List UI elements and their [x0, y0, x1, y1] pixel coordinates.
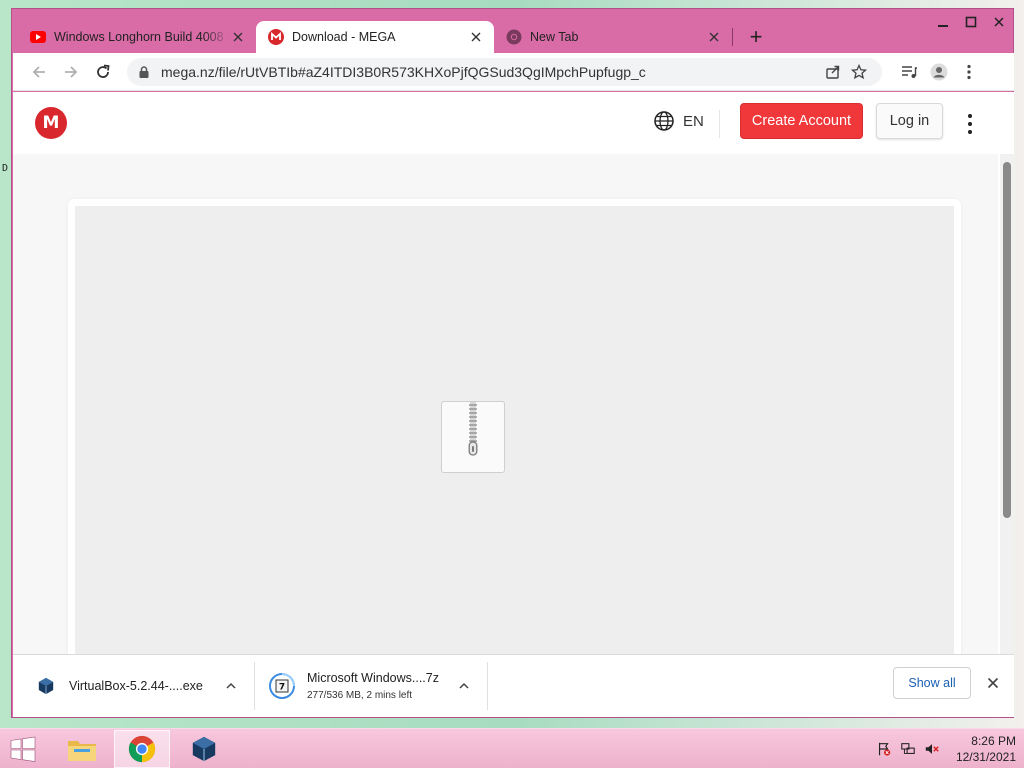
download-options-button[interactable]	[216, 671, 246, 701]
windows-logo-icon	[10, 736, 36, 762]
zip-archive-icon	[441, 401, 505, 473]
virtualbox-icon	[35, 675, 57, 697]
taskbar-virtualbox[interactable]	[176, 730, 232, 768]
archive-file-icon: 7	[269, 673, 295, 699]
language-selector[interactable]: EN	[653, 110, 704, 132]
close-icon	[709, 32, 719, 42]
maximize-icon	[965, 16, 977, 28]
arrow-left-icon	[32, 65, 45, 78]
minimize-icon	[938, 25, 948, 27]
new-tab-button[interactable]: +	[741, 22, 771, 52]
download-options-button[interactable]	[449, 671, 479, 701]
url-text[interactable]: mega.nz/file/rUtVBTIb#aZ4ITDI3B0R573KHXo…	[161, 64, 820, 80]
more-vertical-icon	[967, 64, 971, 79]
download-filename: VirtualBox-5.2.44-....exe	[69, 679, 203, 693]
action-center-icon[interactable]	[872, 739, 896, 759]
download-progress-text: 277/536 MB, 2 mins left	[307, 690, 413, 701]
svg-text:7: 7	[279, 683, 285, 693]
volume-muted-icon[interactable]	[920, 739, 944, 759]
start-button[interactable]	[8, 735, 38, 763]
chevron-up-icon	[226, 682, 236, 689]
maximize-button[interactable]	[957, 11, 985, 33]
mega-logo[interactable]: M	[35, 107, 67, 139]
clock-date: 12/31/2021	[955, 750, 1016, 764]
share-icon	[826, 65, 840, 79]
youtube-icon	[30, 29, 46, 45]
star-icon	[851, 63, 867, 79]
file-page-body	[13, 154, 998, 654]
page-scrollbar[interactable]	[1000, 154, 1014, 654]
tab-close-button[interactable]	[706, 29, 722, 45]
bookmark-button[interactable]	[846, 59, 872, 85]
media-queue-icon	[902, 65, 917, 78]
lock-icon	[139, 65, 149, 78]
file-preview-area	[75, 206, 954, 654]
show-all-downloads-button[interactable]: Show all	[893, 667, 971, 699]
tab-close-button[interactable]	[468, 29, 484, 45]
reload-button[interactable]	[89, 58, 117, 86]
close-icon	[987, 677, 999, 689]
download-item[interactable]: VirtualBox-5.2.44-....exe	[13, 662, 255, 710]
desktop-text-fragment: D	[2, 163, 9, 174]
close-icon	[233, 32, 243, 42]
virtualbox-icon	[192, 736, 216, 762]
profile-button[interactable]	[924, 58, 954, 86]
back-button[interactable]	[25, 58, 53, 86]
chrome-icon	[506, 29, 522, 45]
chrome-icon	[128, 735, 156, 763]
close-window-button[interactable]	[985, 11, 1013, 33]
tab-mega-download[interactable]: Download - MEGA	[256, 21, 494, 53]
scrollbar-thumb[interactable]	[1003, 162, 1011, 518]
system-tray	[872, 739, 944, 759]
mega-icon	[268, 29, 284, 45]
mega-header: M EN Create Account Log in	[13, 92, 998, 154]
tab-title: Windows Longhorn Build 4008 -	[54, 30, 230, 44]
address-bar[interactable]: mega.nz/file/rUtVBTIb#aZ4ITDI3B0R573KHXo…	[127, 57, 882, 86]
tab-strip: Windows Longhorn Build 4008 - Download -…	[18, 21, 771, 53]
browser-window: Windows Longhorn Build 4008 - Download -…	[11, 8, 1014, 718]
avatar-icon	[930, 63, 948, 80]
download-info: VirtualBox-5.2.44-....exe	[69, 679, 203, 693]
window-caption-buttons	[929, 11, 1013, 33]
close-download-shelf-button[interactable]	[979, 669, 1007, 697]
tab-title: Download - MEGA	[292, 30, 396, 44]
close-icon	[471, 32, 481, 42]
reading-list-button[interactable]	[894, 58, 924, 86]
taskbar-chrome[interactable]	[114, 730, 170, 768]
log-in-button[interactable]: Log in	[876, 103, 943, 139]
tab-title: New Tab	[530, 30, 579, 44]
tab-close-button[interactable]	[230, 29, 246, 45]
reload-icon	[97, 64, 110, 78]
mega-logo-letter: M	[42, 113, 60, 133]
browser-toolbar: mega.nz/file/rUtVBTIb#aZ4ITDI3B0R573KHXo…	[13, 53, 1014, 91]
download-filename: Microsoft Windows....7z	[307, 671, 439, 685]
share-button[interactable]	[820, 59, 846, 85]
chevron-up-icon	[459, 682, 469, 689]
minimize-button[interactable]	[929, 11, 957, 33]
download-shelf: VirtualBox-5.2.44-....exe 7 Microsoft Wi…	[13, 654, 1014, 717]
clock-time: 8:26 PM	[971, 734, 1016, 748]
more-vertical-icon[interactable]	[963, 114, 977, 134]
taskbar: 8:26 PM 12/31/2021	[0, 728, 1024, 768]
language-code: EN	[683, 112, 704, 130]
arrow-right-icon	[65, 65, 78, 78]
file-card	[68, 199, 961, 654]
close-icon	[994, 17, 1004, 27]
network-icon[interactable]	[896, 739, 920, 759]
tab-separator	[732, 28, 733, 46]
download-info: Microsoft Windows....7z 277/536 MB, 2 mi…	[307, 671, 439, 701]
download-item[interactable]: 7 Microsoft Windows....7z 277/536 MB, 2 …	[255, 662, 488, 710]
create-account-button[interactable]: Create Account	[740, 103, 863, 139]
header-divider	[719, 110, 720, 138]
page-viewport: M EN Create Account Log in	[13, 92, 1014, 654]
globe-icon	[654, 111, 674, 131]
forward-button[interactable]	[57, 58, 85, 86]
taskbar-file-explorer[interactable]	[54, 730, 110, 768]
tab-new-tab[interactable]: New Tab	[494, 21, 732, 53]
browser-menu-button[interactable]	[954, 58, 984, 86]
tab-youtube[interactable]: Windows Longhorn Build 4008 -	[18, 21, 256, 53]
taskbar-clock[interactable]: 8:26 PM 12/31/2021	[944, 733, 1016, 765]
file-explorer-icon	[68, 741, 96, 761]
